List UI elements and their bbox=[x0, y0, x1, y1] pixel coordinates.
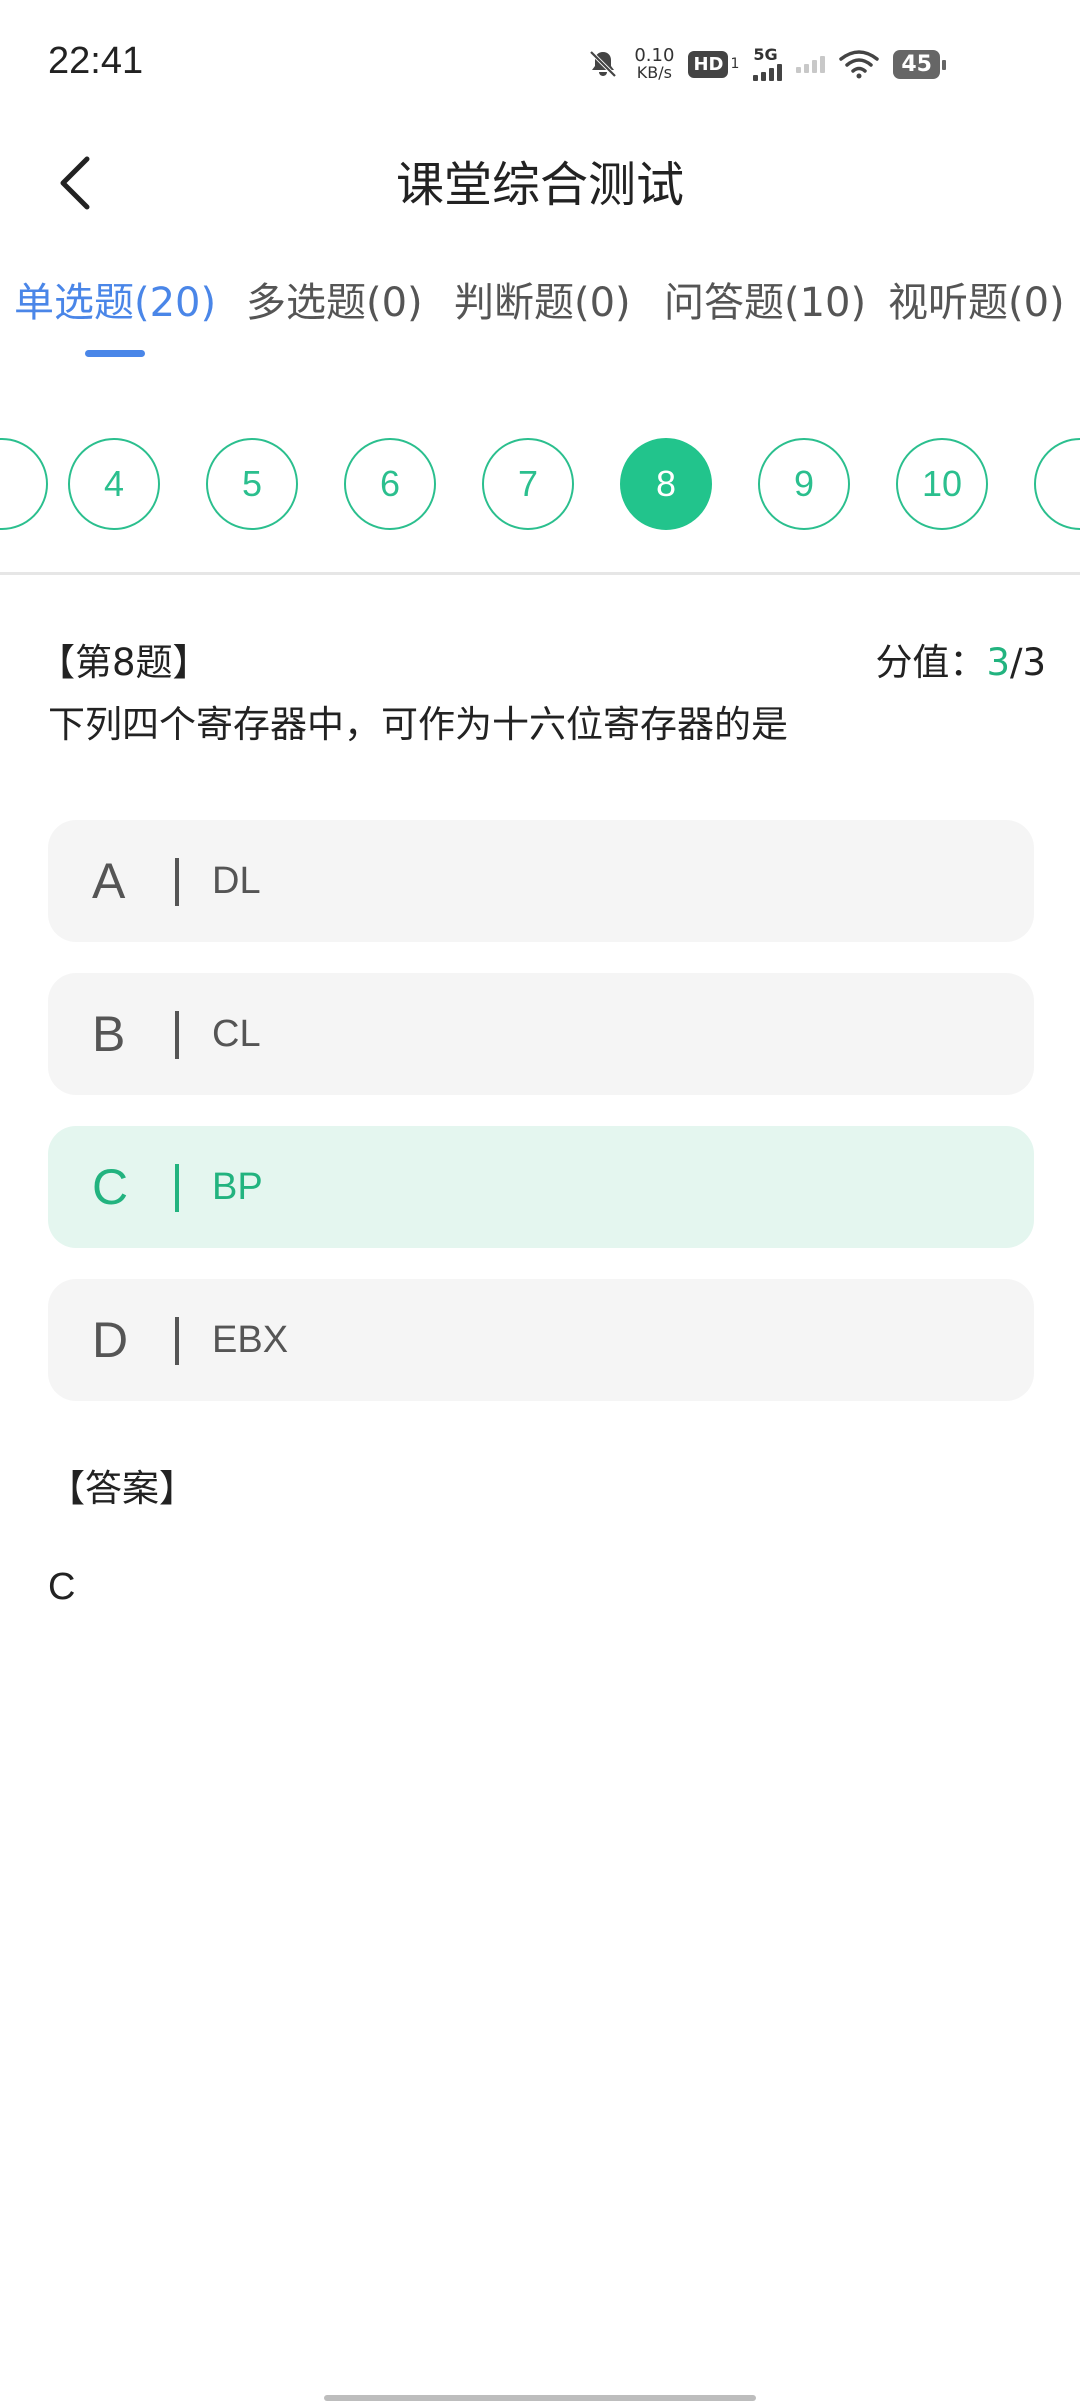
option-separator bbox=[175, 1317, 179, 1365]
question-type-tabs: 单选题(20) 多选题(0) 判断题(0) 问答题(10) 视听题(0) bbox=[0, 270, 1080, 360]
answer-value: C bbox=[48, 1566, 76, 1608]
option-a[interactable]: A DL bbox=[48, 820, 1034, 942]
option-text: BP bbox=[212, 1166, 263, 1208]
tab-single-choice[interactable]: 单选题(20) bbox=[14, 270, 216, 328]
option-b[interactable]: B CL bbox=[48, 973, 1034, 1095]
question-number-circle-partial[interactable] bbox=[1034, 438, 1080, 530]
hd-icon: HD 1 bbox=[688, 50, 739, 78]
option-letter: C bbox=[92, 1159, 129, 1215]
answer-label: 【答案】 bbox=[48, 1467, 196, 1510]
option-text: CL bbox=[212, 1013, 261, 1055]
question-number-circle[interactable]: 6 bbox=[344, 438, 436, 530]
signal-5g-icon: 5G bbox=[753, 47, 783, 81]
option-text: DL bbox=[212, 860, 261, 902]
tab-short-answer[interactable]: 问答题(10) bbox=[664, 270, 866, 328]
option-separator bbox=[175, 858, 179, 906]
tab-multiple-choice[interactable]: 多选题(0) bbox=[246, 270, 423, 328]
mute-bell-icon bbox=[586, 47, 620, 81]
tab-audio-visual[interactable]: 视听题(0) bbox=[888, 270, 1065, 328]
question-number-circle[interactable]: 7 bbox=[482, 438, 574, 530]
question-number-circle[interactable]: 10 bbox=[896, 438, 988, 530]
battery-icon: 45 bbox=[893, 49, 946, 79]
home-indicator[interactable] bbox=[324, 2395, 756, 2401]
divider bbox=[0, 572, 1080, 575]
question-number-circle-partial[interactable] bbox=[0, 438, 48, 530]
signal-sim2-icon bbox=[796, 55, 826, 73]
option-letter: A bbox=[92, 853, 126, 909]
question-number-label: 【第8题】 bbox=[38, 641, 210, 684]
option-separator bbox=[175, 1011, 179, 1059]
option-text: EBX bbox=[212, 1319, 289, 1361]
wifi-icon bbox=[839, 49, 880, 79]
active-tab-indicator bbox=[85, 350, 145, 357]
option-letter: D bbox=[92, 1312, 129, 1368]
option-letter: B bbox=[92, 1006, 126, 1062]
option-separator bbox=[175, 1164, 179, 1212]
question-number-circle[interactable]: 5 bbox=[206, 438, 298, 530]
question-number-circle[interactable]: 9 bbox=[758, 438, 850, 530]
option-d[interactable]: D EBX bbox=[48, 1279, 1034, 1401]
header: 课堂综合测试 bbox=[0, 130, 1080, 240]
status-icons: 0.10 KB/s HD 1 5G 45 bbox=[586, 42, 946, 86]
tab-true-false[interactable]: 判断题(0) bbox=[454, 270, 631, 328]
question-text: 下列四个寄存器中，可作为十六位寄存器的是 bbox=[48, 703, 788, 746]
question-number-circle[interactable]: 4 bbox=[68, 438, 160, 530]
page-title: 课堂综合测试 bbox=[395, 157, 684, 213]
question-number-circle-current[interactable]: 8 bbox=[620, 438, 712, 530]
score: 分值：3/3 bbox=[875, 641, 1046, 684]
status-time: 22:41 bbox=[48, 40, 144, 82]
option-c-selected[interactable]: C BP bbox=[48, 1126, 1034, 1248]
net-speed: 0.10 KB/s bbox=[634, 45, 675, 82]
status-bar: 22:41 0.10 KB/s HD 1 5G 45 bbox=[0, 0, 1080, 130]
question-number-strip[interactable]: 4 5 6 7 8 9 10 bbox=[0, 430, 1080, 540]
